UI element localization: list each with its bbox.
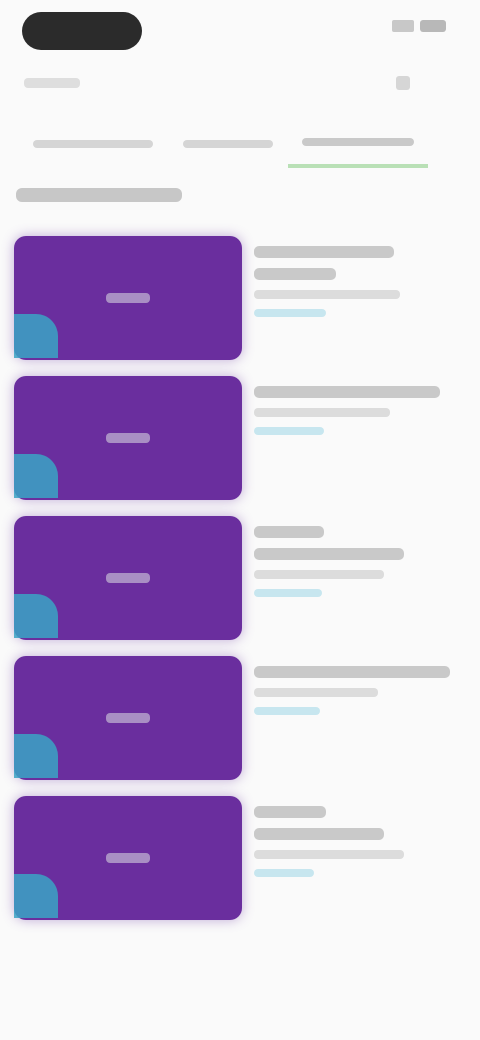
item-info: [254, 386, 464, 435]
item-title: [254, 386, 440, 398]
item-info: [254, 666, 464, 715]
item-subtitle: [254, 290, 400, 299]
list-item[interactable]: [0, 510, 480, 648]
tab-1[interactable]: [18, 122, 168, 166]
status-badge: [14, 594, 58, 638]
thumbnail-label: [106, 293, 150, 303]
item-title-line-2: [254, 828, 384, 840]
item-subtitle: [254, 570, 384, 579]
item-title-line-2: [254, 548, 404, 560]
item-meta: [254, 869, 314, 877]
tab-bar: [18, 118, 438, 170]
status-badge: [14, 454, 58, 498]
signal-icon: [392, 20, 414, 32]
item-thumbnail[interactable]: [14, 236, 242, 360]
status-badge: [14, 874, 58, 918]
status-bar: [0, 0, 480, 64]
item-subtitle: [254, 688, 378, 697]
item-title: [254, 666, 450, 678]
status-icons: [392, 20, 446, 32]
item-title: [254, 806, 326, 818]
item-title-line-2: [254, 268, 336, 280]
tab-3[interactable]: [288, 120, 428, 168]
item-thumbnail[interactable]: [14, 656, 242, 780]
more-icon[interactable]: [396, 76, 410, 90]
list-item[interactable]: [0, 790, 480, 928]
thumbnail-label: [106, 573, 150, 583]
battery-icon: [420, 20, 446, 32]
item-title: [254, 526, 324, 538]
nav-bar: [0, 66, 480, 106]
thumbnail-label: [106, 713, 150, 723]
item-info: [254, 526, 464, 597]
dynamic-island: [22, 12, 142, 50]
item-thumbnail[interactable]: [14, 516, 242, 640]
tab-2-label: [183, 140, 273, 148]
item-subtitle: [254, 408, 390, 417]
item-thumbnail[interactable]: [14, 376, 242, 500]
item-subtitle: [254, 850, 404, 859]
thumbnail-label: [106, 853, 150, 863]
section-title-text: [16, 188, 182, 202]
item-meta: [254, 707, 320, 715]
status-badge: [14, 314, 58, 358]
item-info: [254, 806, 464, 877]
tab-2[interactable]: [168, 122, 288, 166]
tab-3-label: [302, 138, 414, 146]
item-info: [254, 246, 464, 317]
list-item[interactable]: [0, 230, 480, 368]
section-title: [16, 188, 182, 202]
item-title: [254, 246, 394, 258]
item-meta: [254, 589, 322, 597]
item-thumbnail[interactable]: [14, 796, 242, 920]
status-badge: [14, 734, 58, 778]
list-item[interactable]: [0, 370, 480, 508]
item-meta: [254, 427, 324, 435]
back-button[interactable]: [24, 78, 80, 88]
tab-1-label: [33, 140, 153, 148]
item-meta: [254, 309, 326, 317]
list-item[interactable]: [0, 650, 480, 788]
thumbnail-label: [106, 433, 150, 443]
